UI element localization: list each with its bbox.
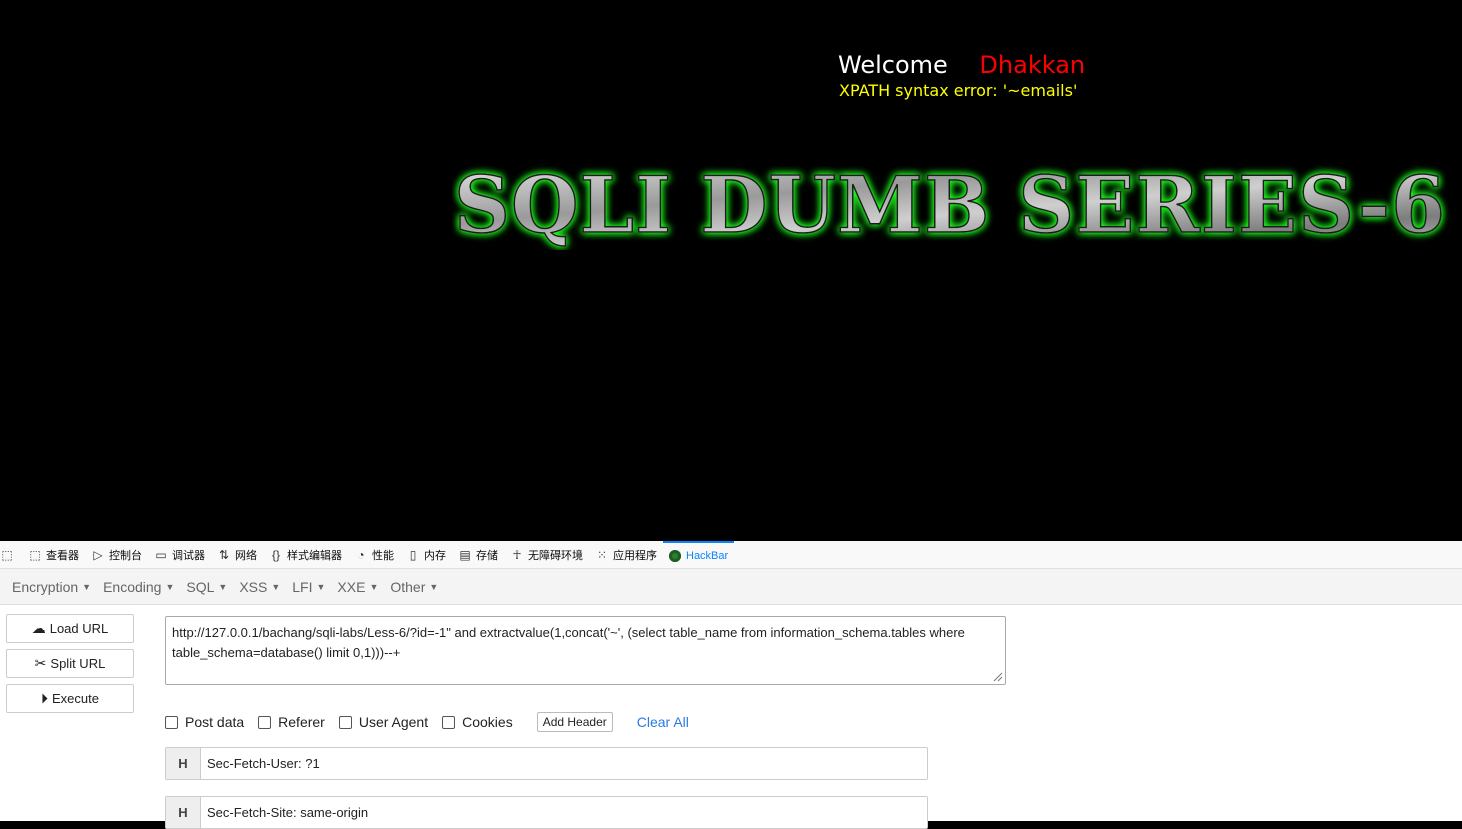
tab-accessibility[interactable]: ☥ 无障碍环境 [504,541,589,568]
split-url-button[interactable]: ✂ Split URL [6,649,134,678]
hackbar-icon [669,549,681,562]
tab-label: 应用程序 [613,549,657,562]
menu-label: XSS [239,578,268,595]
header-row[interactable]: H Sec-Fetch-User: ?1 [165,747,928,780]
tab-label: 样式编辑器 [287,549,342,562]
menu-sql[interactable]: SQL ▼ [186,579,227,595]
checkbox-label: Referer [278,714,325,730]
username: Dhakkan [979,51,1086,79]
user-agent-checkbox[interactable]: User Agent [338,714,429,730]
url-text: http://127.0.0.1/bachang/sqli-labs/Less-… [172,625,965,660]
menu-label: XXE [337,578,366,595]
cloud-download-icon: ☁ [31,620,46,636]
header-value[interactable]: Sec-Fetch-User: ?1 [201,748,320,779]
add-header-button[interactable]: Add Header [536,712,613,732]
caret-down-icon: ▼ [369,581,379,592]
url-textarea[interactable]: http://127.0.0.1/bachang/sqli-labs/Less-… [165,616,1006,685]
tab-style-editor[interactable]: {} 样式编辑器 [263,541,348,568]
checkbox-label: Post data [185,714,245,730]
checkbox-box[interactable] [258,715,272,729]
welcome-label: Welcome [838,51,948,79]
tab-debugger[interactable]: ▭ 调试器 [148,541,211,568]
checkbox-box[interactable] [165,715,178,729]
tab-network[interactable]: ⇅ 网络 [211,541,263,568]
menu-label: Other [390,578,426,595]
inspector-icon: ⬚ [29,547,41,562]
accessibility-icon: ☥ [512,547,522,562]
tab-memory[interactable]: ▯ 内存 [400,541,452,568]
caret-down-icon: ▼ [316,581,326,592]
menu-other[interactable]: Other ▼ [390,579,438,595]
button-label: Load URL [49,621,109,636]
tab-label: 内存 [424,549,446,562]
tab-performance[interactable]: ◔ 性能 [348,541,400,568]
network-icon: ⇅ [218,547,230,562]
banner-title: SQLI DUMB SERIES-6 [454,160,1446,250]
tab-label: 调试器 [172,549,205,562]
caret-down-icon: ▼ [82,581,92,592]
resize-grip-icon[interactable] [993,672,1003,682]
hackbar-menu: Encryption ▼ Encoding ▼ SQL ▼ XSS ▼ LFI ▼ XXE… [0,569,1462,605]
storage-icon: ▤ [459,547,471,562]
menu-encryption[interactable]: Encryption ▼ [12,579,91,595]
caret-down-icon: ▼ [165,581,175,592]
load-url-button[interactable]: ☁ Load URL [6,614,134,643]
options-row: Post data Referer User Agent Cookies Add… [165,711,689,733]
menu-label: Encryption [12,578,79,595]
referer-checkbox[interactable]: Referer [258,714,325,730]
performance-icon: ◔ [357,547,365,562]
menu-xss[interactable]: XSS ▼ [239,579,280,595]
caret-down-icon: ▼ [429,581,439,592]
page-viewport: Welcome Dhakkan XPATH syntax error: '~em… [0,0,1462,541]
tab-storage[interactable]: ▤ 存储 [452,541,504,568]
button-label: Execute [52,691,99,706]
error-message: XPATH syntax error: '~emails' [839,81,1078,100]
tab-label: 性能 [372,549,394,562]
tab-inspector[interactable]: ⬚ 查看器 [22,541,85,568]
header-row[interactable]: H Sec-Fetch-Site: same-origin [165,796,928,829]
menu-label: Encoding [103,578,162,595]
element-picker-button[interactable]: ⬚ [0,541,22,568]
scissors-icon: ✂ [34,655,47,671]
tab-console[interactable]: ▷ 控制台 [85,541,148,568]
play-circle-icon: ⏵ [41,690,48,706]
tab-application[interactable]: ⁙ 应用程序 [589,541,663,568]
tab-label: 控制台 [109,549,142,562]
cookies-checkbox[interactable]: Cookies [442,714,513,730]
post-data-checkbox[interactable]: Post data [165,714,244,730]
execute-button[interactable]: ⏵ Execute [6,684,134,713]
caret-down-icon: ▼ [271,581,281,592]
devtools-panel: ⬚ ⬚ 查看器 ▷ 控制台 ▭ 调试器 ⇅ 网络 {} 样式编辑器 ◔ 性能 ▯ 内存 ▤ 存储… [0,541,1462,829]
header-value[interactable]: Sec-Fetch-Site: same-origin [201,797,368,828]
style-editor-icon: {} [271,547,280,562]
element-picker-icon: ⬚ [1,547,13,562]
menu-label: LFI [292,578,313,595]
tab-label: 存储 [476,549,498,562]
checkbox-label: Cookies [462,714,513,730]
caret-down-icon: ▼ [218,581,228,592]
menu-encoding[interactable]: Encoding ▼ [103,579,174,595]
checkbox-label: User Agent [358,714,429,730]
tab-label: 无障碍环境 [528,549,583,562]
application-icon: ⁙ [596,547,608,562]
tab-label: HackBar [686,549,729,562]
console-icon: ▷ [93,547,103,562]
memory-icon: ▯ [409,547,417,562]
checkbox-box[interactable] [338,715,352,729]
header-toggle[interactable]: H [166,748,201,779]
tab-label: 网络 [235,549,257,562]
debugger-icon: ▭ [155,547,167,562]
menu-xxe[interactable]: XXE ▼ [337,579,378,595]
tab-label: 查看器 [46,549,79,562]
button-label: Split URL [50,656,106,671]
menu-lfi[interactable]: LFI ▼ [292,579,325,595]
welcome-line: Welcome Dhakkan [838,50,1085,80]
menu-label: SQL [186,578,215,595]
devtools-tabbar: ⬚ ⬚ 查看器 ▷ 控制台 ▭ 调试器 ⇅ 网络 {} 样式编辑器 ◔ 性能 ▯ 内存 ▤ 存储… [0,541,1462,569]
tab-hackbar[interactable]: HackBar [663,541,735,568]
banner-logo: SQLI DUMB SERIES-6 [453,160,1446,250]
checkbox-box[interactable] [442,715,456,729]
clear-all-link[interactable]: Clear All [637,714,689,730]
header-toggle[interactable]: H [166,797,201,828]
